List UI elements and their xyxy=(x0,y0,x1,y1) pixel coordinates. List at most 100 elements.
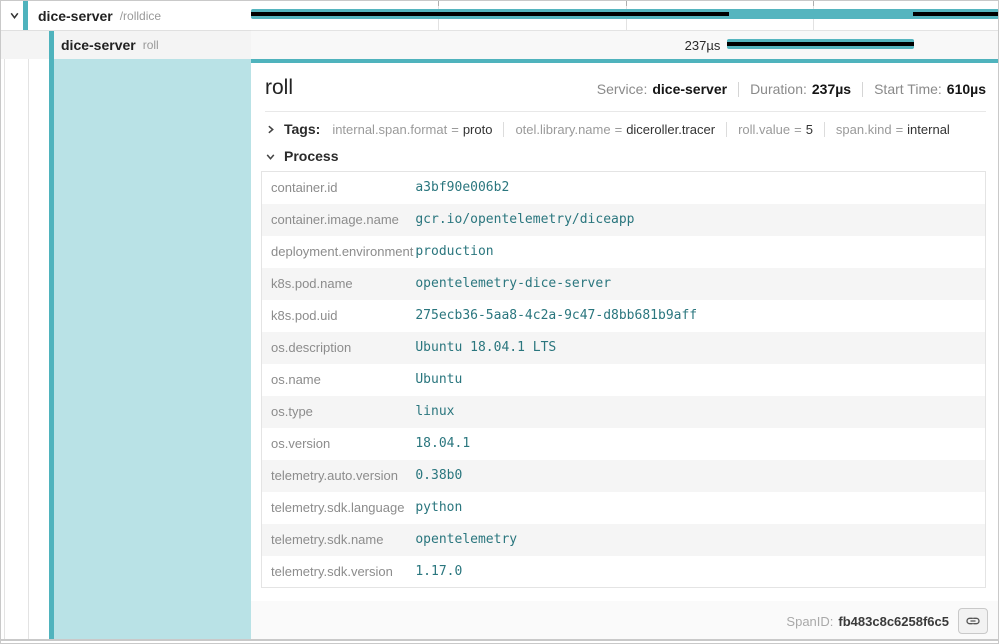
span-bar-rolldice[interactable] xyxy=(251,9,999,19)
meta-value: dice-server xyxy=(652,81,727,97)
meta-item: Duration: 237µs xyxy=(750,81,851,97)
span-detail-panel: roll Service:dice-server Duration: 237µs St… xyxy=(251,59,999,641)
bottom-border xyxy=(1,639,998,641)
meta-label: Duration: xyxy=(750,81,807,97)
tag-equals: = xyxy=(896,122,904,137)
tree-guide-line xyxy=(4,59,5,641)
span-row-rolldice[interactable]: dice-server /rolldice xyxy=(1,1,251,30)
tag-key: span.kind xyxy=(836,122,892,137)
service-name: dice-server xyxy=(38,8,113,24)
process-value: linux xyxy=(413,396,985,428)
selected-span-rail xyxy=(1,59,251,641)
link-icon xyxy=(965,613,981,629)
span-detail-header: roll Service:dice-server Duration: 237µs St… xyxy=(265,63,986,112)
meta-value: 610µs xyxy=(947,81,986,97)
process-value: opentelemetry xyxy=(413,524,985,556)
tag-equals: = xyxy=(794,122,802,137)
timeline-row-roll: 237µs xyxy=(251,30,999,59)
span-color-accent xyxy=(49,31,54,59)
meta-separator xyxy=(738,82,739,97)
process-value: 0.38b0 xyxy=(413,460,985,492)
process-table-row: container.image.namegcr.io/opentelemetry… xyxy=(262,204,986,236)
operation-name: roll xyxy=(143,38,159,52)
tag-separator xyxy=(726,122,727,137)
meta-separator xyxy=(862,82,863,97)
process-value: opentelemetry-dice-server xyxy=(413,268,985,300)
process-key: container.id xyxy=(262,172,414,204)
timeline-graph: 237µs xyxy=(251,1,999,59)
process-key: k8s.pod.name xyxy=(262,268,414,300)
tag-separator xyxy=(503,122,504,137)
tag-key: internal.span.format xyxy=(332,122,447,137)
process-label: Process xyxy=(284,148,338,164)
jaeger-trace-view: dice-server /rolldice dice-server roll 2… xyxy=(0,0,999,644)
process-table-row: telemetry.sdk.nameopentelemetry xyxy=(262,524,986,556)
tag-item: roll.value = 5 xyxy=(738,122,813,137)
chevron-down-icon[interactable] xyxy=(7,9,21,23)
tag-value: 5 xyxy=(806,122,813,137)
process-table-row: telemetry.sdk.languagepython xyxy=(262,492,986,524)
process-value: Ubuntu xyxy=(413,364,985,396)
meta-label: Service: xyxy=(597,81,648,97)
meta-label: Start Time: xyxy=(874,81,942,97)
tag-value: diceroller.tracer xyxy=(626,122,715,137)
critical-path-segment xyxy=(913,12,999,16)
process-value: 18.04.1 xyxy=(413,428,985,460)
tree-guide-line xyxy=(28,59,29,641)
tag-item: span.kind =internal xyxy=(836,122,950,137)
process-table-row: k8s.pod.nameopentelemetry-dice-server xyxy=(262,268,986,300)
deep-link-button[interactable] xyxy=(958,608,988,634)
tags-label: Tags: xyxy=(284,121,320,137)
span-row-roll[interactable]: dice-server roll xyxy=(1,30,251,59)
tag-item: internal.span.format = proto xyxy=(332,122,492,137)
span-name-column: dice-server /rolldice dice-server roll xyxy=(1,1,251,59)
timeline-row-rolldice xyxy=(251,1,999,30)
meta-value: 237µs xyxy=(812,81,851,97)
tag-value: internal xyxy=(907,122,950,137)
critical-path-segment xyxy=(727,42,914,46)
tag-key: roll.value xyxy=(738,122,790,137)
tag-value: proto xyxy=(463,122,493,137)
span-bar-roll[interactable] xyxy=(727,39,914,49)
service-name: dice-server xyxy=(61,37,136,53)
spanid-label: SpanID: xyxy=(786,614,833,629)
chevron-right-icon xyxy=(265,124,276,135)
process-value: production xyxy=(413,236,985,268)
process-table-row: os.typelinux xyxy=(262,396,986,428)
process-table-row: container.ida3bf90e006b2 xyxy=(262,172,986,204)
process-table-row: telemetry.sdk.version1.17.0 xyxy=(262,556,986,588)
process-key: container.image.name xyxy=(262,204,414,236)
process-key: telemetry.sdk.name xyxy=(262,524,414,556)
process-key-value-table: container.ida3bf90e006b2container.image.… xyxy=(261,171,986,588)
process-value: python xyxy=(413,492,985,524)
span-overview-meta: Service:dice-server Duration: 237µs Start T… xyxy=(597,81,986,97)
process-table-row: os.descriptionUbuntu 18.04.1 LTS xyxy=(262,332,986,364)
process-value: a3bf90e006b2 xyxy=(413,172,985,204)
span-color-accent xyxy=(23,1,28,30)
process-value: 275ecb36-5aa8-4c2a-9c47-d8bb681b9aff xyxy=(413,300,985,332)
span-title: roll xyxy=(265,76,293,100)
tags-section-toggle[interactable]: Tags: internal.span.format = proto otel.lib… xyxy=(265,112,986,143)
process-key: os.name xyxy=(262,364,414,396)
process-table-row: k8s.pod.uid275ecb36-5aa8-4c2a-9c47-d8bb6… xyxy=(262,300,986,332)
operation-name: /rolldice xyxy=(120,9,161,23)
process-value: 1.17.0 xyxy=(413,556,985,588)
tag-equals: = xyxy=(615,122,623,137)
process-key: telemetry.sdk.language xyxy=(262,492,414,524)
process-key: os.description xyxy=(262,332,414,364)
process-key: k8s.pod.uid xyxy=(262,300,414,332)
process-table-row: telemetry.auto.version0.38b0 xyxy=(262,460,986,492)
process-section-toggle[interactable]: Process xyxy=(265,143,986,171)
selected-span-fill xyxy=(54,59,251,641)
process-value: gcr.io/opentelemetry/diceapp xyxy=(413,204,985,236)
spanid-value: fb483c8c6258f6c5 xyxy=(838,614,949,629)
span-detail-footer: SpanID: fb483c8c6258f6c5 xyxy=(251,601,999,641)
chevron-down-icon xyxy=(265,151,276,162)
process-table-row: os.nameUbuntu xyxy=(262,364,986,396)
process-key: deployment.environment xyxy=(262,236,414,268)
tag-item: otel.library.name=diceroller.tracer xyxy=(515,122,715,137)
tag-separator xyxy=(824,122,825,137)
meta-item: Start Time: 610µs xyxy=(874,81,986,97)
tag-equals: = xyxy=(451,122,459,137)
process-value: Ubuntu 18.04.1 LTS xyxy=(413,332,985,364)
